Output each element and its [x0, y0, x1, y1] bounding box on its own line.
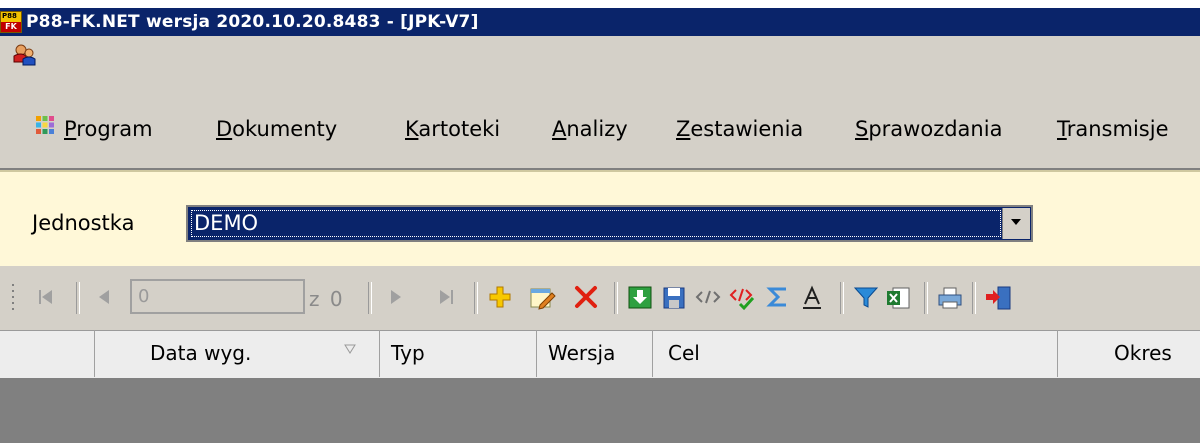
excel-export-icon[interactable]: [884, 280, 912, 314]
prev-record-icon[interactable]: [90, 280, 118, 314]
menu-item-analizy[interactable]: Analizy: [552, 117, 628, 141]
print-icon[interactable]: [936, 280, 964, 314]
jednostka-label: Jednostka: [32, 211, 135, 235]
focus-rect: [191, 210, 1001, 237]
separator: [840, 282, 844, 314]
menu-item-sprawozdania[interactable]: Sprawozdania: [855, 117, 1002, 141]
menu-item-analizy-label: nalizy: [566, 117, 628, 141]
separator: [972, 282, 976, 314]
separator: [368, 282, 372, 314]
import-icon[interactable]: [626, 280, 654, 314]
toolbar-grip: [12, 284, 14, 310]
separator: [76, 282, 80, 314]
xml-validate-icon[interactable]: [728, 280, 756, 314]
menu-item-dokumenty[interactable]: Dokumenty: [216, 117, 337, 141]
grid-indicator-column: [0, 330, 95, 377]
menu-item-zestawienia-key: Z: [676, 117, 691, 141]
jednostka-value: DEMO: [194, 211, 259, 235]
record-position-value: 0: [138, 286, 150, 307]
menu-item-program-key: P: [64, 117, 77, 141]
window-title: P88-FK.NET wersja 2020.10.20.8483 - [JPK…: [26, 12, 479, 32]
column-header-cel[interactable]: [653, 330, 1058, 377]
jednostka-select[interactable]: DEMO: [186, 205, 1033, 242]
first-record-icon[interactable]: [32, 280, 60, 314]
menu-item-program-label: rogram: [76, 117, 153, 141]
menu-item-kartoteki[interactable]: Kartoteki: [405, 117, 500, 141]
menu-item-zestawienia[interactable]: Zestawienia: [676, 117, 803, 141]
column-label-okres: Okres: [1114, 341, 1172, 365]
delete-icon[interactable]: [572, 280, 600, 314]
menu-item-kartoteki-key: K: [405, 117, 419, 141]
title-bar: P88 FK P88-FK.NET wersja 2020.10.20.8483…: [0, 8, 1200, 36]
edit-icon[interactable]: [528, 280, 556, 314]
app-logo-text-top: P88: [2, 12, 17, 20]
column-label-data-wyg: Data wyg.: [150, 341, 252, 365]
app-logo-icon: P88 FK: [0, 11, 22, 33]
dropdown-button[interactable]: [1002, 208, 1030, 239]
column-label-cel: Cel: [668, 341, 700, 365]
app-logo-text-bottom: FK: [1, 22, 21, 32]
xml-icon[interactable]: [694, 280, 722, 314]
menu-item-dokumenty-label: okumenty: [232, 117, 338, 141]
next-record-icon[interactable]: [382, 280, 410, 314]
record-position-input[interactable]: 0: [130, 279, 305, 314]
column-label-wersja: Wersja: [548, 341, 616, 365]
menu-item-program[interactable]: Program: [64, 117, 153, 141]
add-icon[interactable]: [486, 280, 514, 314]
grid-body[interactable]: [0, 378, 1200, 443]
menu-item-transmisje-key: T: [1057, 117, 1067, 141]
column-label-typ: Typ: [391, 341, 425, 365]
menu-item-transmisje-label: ransmisje: [1066, 117, 1169, 141]
separator: [924, 282, 928, 314]
menu-item-sprawozdania-key: S: [855, 117, 869, 141]
menu-item-zestawienia-label: estawienia: [690, 117, 804, 141]
font-icon[interactable]: [798, 280, 826, 314]
last-record-icon[interactable]: [432, 280, 460, 314]
exit-icon[interactable]: [984, 280, 1012, 314]
program-menu-icon: [36, 116, 54, 134]
chevron-down-icon: [1011, 219, 1021, 225]
sum-icon[interactable]: [764, 280, 792, 314]
filter-icon[interactable]: [852, 280, 880, 314]
menu-item-analizy-key: A: [552, 117, 567, 141]
separator: [474, 282, 478, 314]
menu-item-kartoteki-label: artoteki: [418, 117, 501, 141]
menu-item-sprawozdania-label: prawozdania: [868, 117, 1003, 141]
separator: [614, 282, 618, 314]
sort-desc-icon: [344, 344, 356, 354]
record-count: z 0: [309, 287, 345, 311]
icon-bar: [0, 36, 1200, 78]
menu-item-dokumenty-key: D: [216, 117, 233, 141]
users-icon[interactable]: [12, 44, 36, 66]
save-icon[interactable]: [660, 280, 688, 314]
menu-item-transmisje[interactable]: Transmisje: [1057, 117, 1169, 141]
